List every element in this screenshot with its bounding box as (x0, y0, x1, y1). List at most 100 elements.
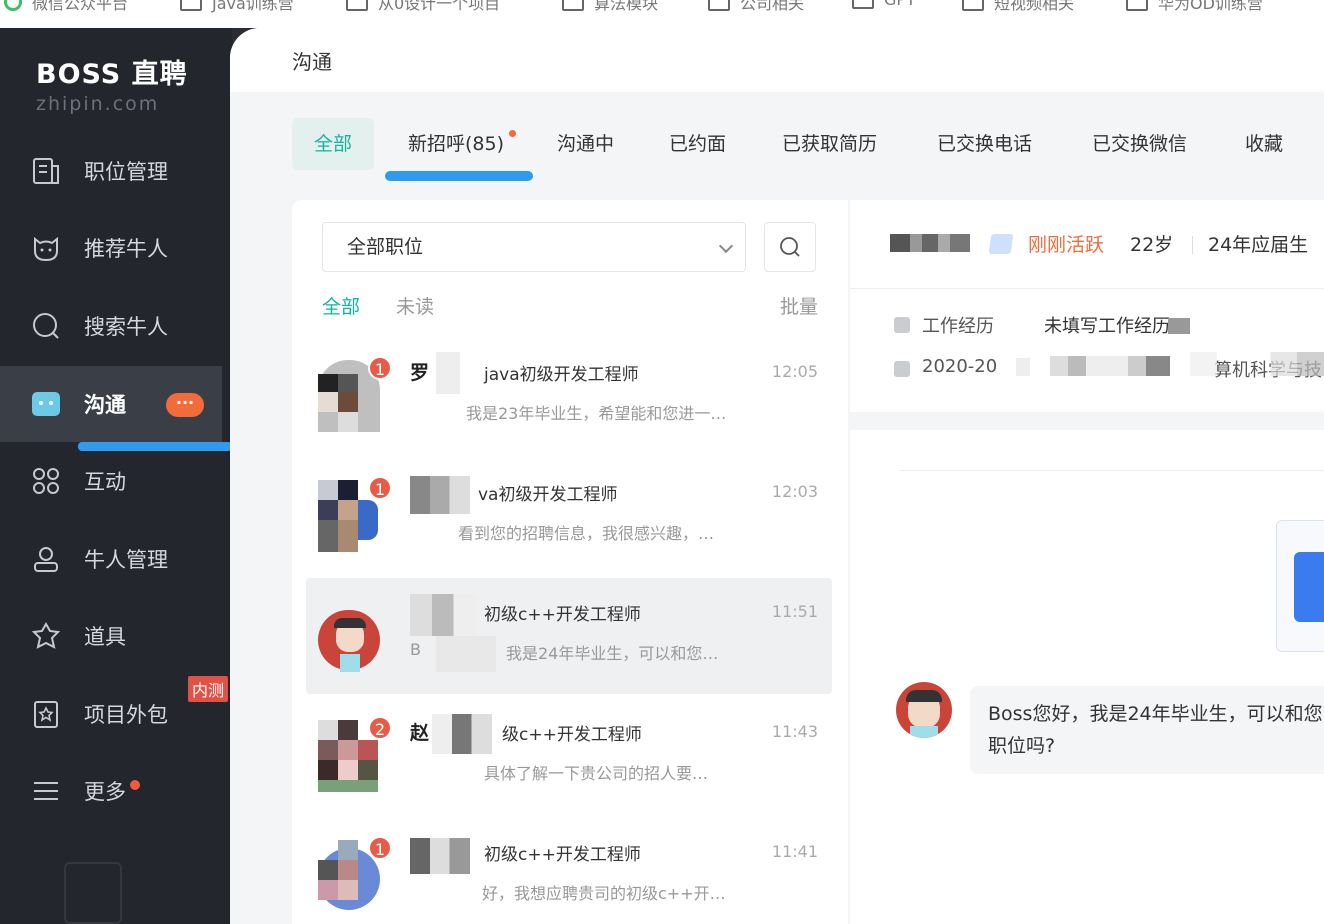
project-icon (30, 698, 62, 730)
conversation-item[interactable]: 1 va初级开发工程师 12:03 看到您的招聘信息，我很感兴趣，… (306, 458, 832, 574)
last-message: 看到您的招聘信息，我很感兴趣，… (458, 524, 715, 543)
conversation-item-selected[interactable]: 初级c++开发工程师 11:51 B 我是24年毕业生，可以和您… (306, 578, 832, 694)
sidebar-item-job-management[interactable]: 职位管理 (0, 133, 222, 209)
education-year: 2020-20 (922, 356, 998, 377)
unread-badge: 1 (368, 476, 392, 500)
card-icon (1294, 552, 1324, 622)
sidebar-item-interact[interactable]: 互动 (0, 443, 222, 519)
timestamp: 11:51 (771, 602, 818, 621)
filter-all[interactable]: 全部 (322, 292, 360, 319)
last-message: 我是24年毕业生，可以和您… (506, 644, 719, 663)
unread-badge: 2 (368, 716, 392, 740)
folder-icon (708, 0, 730, 11)
briefcase-icon (894, 317, 910, 333)
tab-wechat[interactable]: 已交换微信 (1092, 118, 1187, 170)
sidebar-item-tools[interactable]: 道具 (0, 598, 222, 674)
tag-icon (988, 234, 1014, 254)
bookmark-item[interactable]: GPT (852, 0, 916, 9)
folder-icon (180, 0, 202, 11)
bookmark-item[interactable]: 华为OD训练营 (1126, 0, 1263, 14)
folder-icon (346, 0, 368, 11)
active-tab-indicator (385, 171, 533, 181)
batch-button[interactable]: 批量 (780, 292, 818, 319)
notification-dot (130, 780, 140, 790)
job-title: 级c++开发工程师 (502, 725, 642, 745)
tab-favorites[interactable]: 收藏 (1245, 118, 1283, 170)
education-icon (894, 361, 910, 377)
folder-icon (1126, 0, 1148, 11)
folder-icon (962, 0, 984, 11)
experience-label: 工作经历 (922, 316, 994, 337)
sidebar-item-talent-management[interactable]: 牛人管理 (0, 521, 222, 597)
sidebar-item-search[interactable]: 搜索牛人 (0, 288, 222, 364)
job-title: 初级c++开发工程师 (484, 845, 641, 865)
search-icon (780, 237, 800, 257)
divider (1192, 236, 1193, 254)
chat-badge: ··· (166, 393, 204, 417)
conversation-item[interactable]: 1 罗 java初级开发工程师 12:05 我是23年毕业生，希望能和您进一… (306, 338, 832, 454)
menu-icon (30, 775, 62, 807)
tab-resume[interactable]: 已获取简历 (782, 118, 877, 170)
bookmark-item[interactable]: 从0设计一个项目 (346, 0, 500, 14)
qr-code-placeholder[interactable] (64, 862, 122, 924)
tab-interview[interactable]: 已约面 (669, 118, 726, 170)
job-filter-select[interactable]: 全部职位 (322, 222, 746, 272)
filter-unread[interactable]: 未读 (396, 292, 434, 319)
puzzle-icon (30, 620, 62, 652)
unread-badge: 1 (368, 836, 392, 860)
job-title: java初级开发工程师 (484, 365, 639, 385)
candidate-summary: 刚刚活跃 22岁 24年应届生 工作经历 未填写工作经历 2020-20 算机科… (850, 200, 1324, 412)
timestamp: 12:05 (771, 362, 818, 381)
tab-all[interactable]: 全部 (292, 118, 375, 170)
last-message: 我是23年毕业生，希望能和您进一… (466, 404, 727, 423)
message-prefix: B (410, 640, 421, 659)
bookmark-item[interactable]: 短视频相关 (962, 0, 1074, 14)
candidate-name-blurred (890, 234, 970, 252)
chevron-down-icon (718, 238, 734, 254)
job-title: va初级开发工程师 (478, 485, 618, 505)
folder-icon (562, 0, 584, 11)
conversation-list-panel: 全部职位 全部 未读 批量 1 罗 java初级开发工程师 12:05 我是23… (292, 200, 848, 924)
tab-in-progress[interactable]: 沟通中 (557, 118, 614, 170)
grid-icon (30, 465, 62, 497)
timestamp: 12:03 (771, 482, 818, 501)
person-icon (30, 543, 62, 575)
last-message: 具体了解一下贵公司的招人要… (484, 764, 709, 783)
search-button[interactable] (764, 222, 816, 272)
search-icon (30, 310, 62, 342)
last-message: 好，我想应聘贵司的初级c++开… (482, 884, 726, 903)
chat-area: Boss您好，我是24年毕业生，可以和您职位吗? (850, 412, 1324, 924)
conversation-item[interactable]: 1 初级c++开发工程师 11:41 好，我想应聘贵司的初级c++开… (306, 818, 832, 924)
conversation-item[interactable]: 2 赵 级c++开发工程师 11:43 具体了解一下贵公司的招人要… (306, 698, 832, 814)
brand-logo[interactable]: BOSS 直聘 zhipin.com (36, 52, 188, 115)
candidate-age: 22岁 (1130, 234, 1174, 256)
sidebar-item-recommend[interactable]: 推荐牛人 (0, 210, 222, 286)
tab-new-greetings[interactable]: 新招呼(85) (408, 118, 517, 170)
graduation-year: 24年应届生 (1208, 234, 1309, 256)
unread-badge: 1 (368, 356, 392, 380)
page-title: 沟通 (292, 50, 332, 74)
message-bubble: Boss您好，我是24年毕业生，可以和您职位吗? (970, 686, 1324, 774)
tab-phone[interactable]: 已交换电话 (937, 118, 1032, 170)
avatar (318, 600, 380, 672)
job-icon (30, 155, 62, 187)
bookmark-item[interactable]: 公司相关 (708, 0, 804, 14)
experience-value: 未填写工作经历 (1044, 316, 1170, 337)
beta-badge: 内测 (188, 676, 229, 702)
bookmark-item[interactable]: 微信公众平台 (4, 0, 128, 14)
sidebar-item-more[interactable]: 更多 (0, 753, 222, 829)
avatar (896, 682, 952, 738)
folder-icon (852, 0, 874, 9)
cat-face-icon (30, 232, 62, 264)
sidebar-item-chat[interactable]: 沟通 ··· (0, 366, 222, 442)
timestamp: 11:41 (771, 842, 818, 861)
bookmarks-bar: 微信公众平台 Java训练营 从0设计一个项目 算法模块 公司相关 GPT 短视… (0, 0, 1324, 28)
main-content: 沟通 全部 新招呼(85) 沟通中 已约面 已获取简历 已交换电话 已交换微信 … (230, 28, 1324, 924)
candidate-name: 罗 (410, 362, 430, 384)
new-dot (509, 130, 517, 137)
bookmark-item[interactable]: Java训练营 (180, 0, 294, 14)
candidate-name: 赵 (410, 722, 430, 744)
bookmark-item[interactable]: 算法模块 (562, 0, 658, 14)
sidebar: BOSS 直聘 zhipin.com 职位管理 推荐牛人 搜索牛人 沟通 ···… (0, 28, 232, 924)
job-title: 初级c++开发工程师 (484, 605, 641, 625)
